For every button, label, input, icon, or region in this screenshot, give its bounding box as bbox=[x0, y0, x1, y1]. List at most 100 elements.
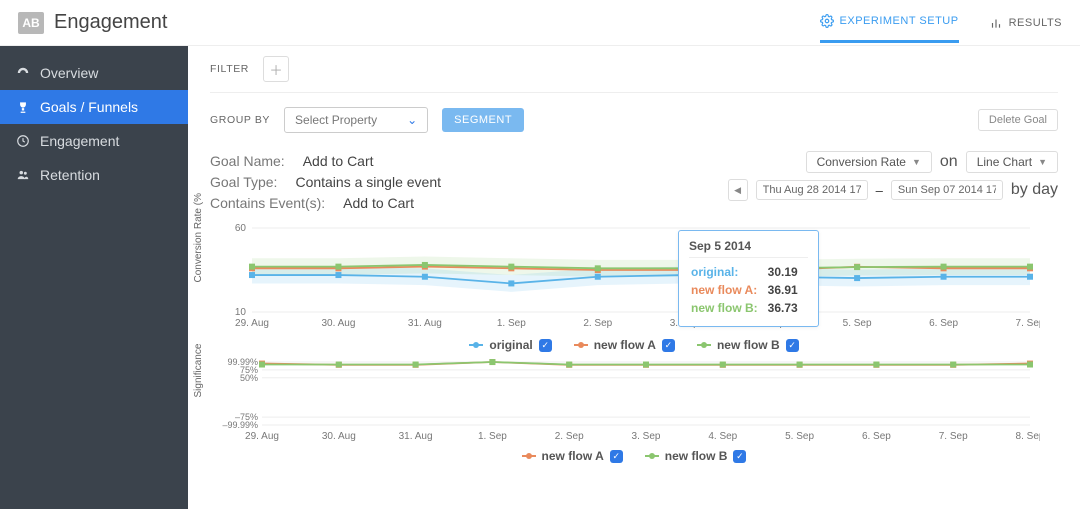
date-dash: – bbox=[876, 183, 883, 198]
legend-item[interactable]: new flow A ✓ bbox=[522, 449, 623, 463]
y-axis-label: Conversion Rate (% bbox=[193, 193, 204, 282]
users-icon bbox=[16, 168, 30, 182]
chevron-down-icon: ⌄ bbox=[407, 113, 417, 127]
goal-meta: Goal Name:Add to Cart Goal Type:Contains… bbox=[210, 151, 441, 214]
svg-text:29. Aug: 29. Aug bbox=[235, 318, 269, 329]
delete-goal-button[interactable]: Delete Goal bbox=[978, 109, 1058, 131]
ab-badge: AB bbox=[18, 12, 44, 34]
svg-text:31. Aug: 31. Aug bbox=[399, 431, 433, 442]
sidebar-item-goals-funnels[interactable]: Goals / Funnels bbox=[0, 90, 188, 124]
dashboard-icon bbox=[16, 66, 30, 80]
metric-select[interactable]: Conversion Rate ▼ bbox=[806, 151, 932, 173]
sidebar: Overview Goals / Funnels Engagement Rete… bbox=[0, 46, 188, 509]
sidebar-item-retention[interactable]: Retention bbox=[0, 158, 188, 192]
date-prev-button[interactable]: ◀ bbox=[728, 179, 748, 201]
caret-left-icon: ◀ bbox=[734, 185, 741, 196]
sidebar-item-label: Goals / Funnels bbox=[40, 99, 138, 115]
checkbox-icon[interactable]: ✓ bbox=[610, 450, 623, 463]
charttype-select[interactable]: Line Chart ▼ bbox=[966, 151, 1058, 173]
svg-text:2. Sep: 2. Sep bbox=[583, 318, 612, 329]
goal-name-label: Goal Name: bbox=[210, 153, 285, 169]
svg-text:7. Sep: 7. Sep bbox=[939, 431, 968, 442]
legend-bottom: new flow A ✓ new flow B ✓ bbox=[210, 449, 1058, 463]
svg-text:5. Sep: 5. Sep bbox=[843, 318, 872, 329]
groupby-label: GROUP BY bbox=[210, 114, 270, 126]
add-filter-button[interactable]: ＋ bbox=[263, 56, 289, 82]
gear-icon bbox=[820, 14, 834, 28]
charttype-value: Line Chart bbox=[977, 155, 1032, 169]
tab-experiment-setup[interactable]: EXPERIMENT SETUP bbox=[820, 2, 959, 43]
clock-icon bbox=[16, 134, 30, 148]
date-from-input[interactable] bbox=[756, 180, 868, 200]
checkbox-icon[interactable]: ✓ bbox=[733, 450, 746, 463]
goal-name-value: Add to Cart bbox=[303, 153, 374, 169]
checkbox-icon[interactable]: ✓ bbox=[786, 339, 799, 352]
svg-text:–99.99%: –99.99% bbox=[222, 420, 258, 430]
tooltip-label: new flow B: bbox=[691, 300, 766, 316]
sidebar-item-label: Engagement bbox=[40, 133, 119, 149]
conversion-chart: Conversion Rate (% 601029. Aug30. Aug31.… bbox=[210, 222, 1058, 332]
goal-events-value: Add to Cart bbox=[343, 195, 414, 211]
tab-results[interactable]: RESULTS bbox=[989, 4, 1062, 42]
svg-text:1. Sep: 1. Sep bbox=[478, 431, 507, 442]
svg-text:10: 10 bbox=[235, 307, 247, 318]
tab-label: RESULTS bbox=[1009, 17, 1062, 29]
svg-text:6. Sep: 6. Sep bbox=[862, 431, 891, 442]
svg-text:31. Aug: 31. Aug bbox=[408, 318, 442, 329]
sidebar-item-engagement[interactable]: Engagement bbox=[0, 124, 188, 158]
page-title: Engagement bbox=[54, 11, 167, 34]
swatch-icon bbox=[469, 341, 483, 349]
byday-label: by day bbox=[1011, 181, 1058, 199]
tooltip-label: original: bbox=[691, 264, 766, 280]
svg-text:60: 60 bbox=[235, 223, 247, 234]
svg-text:1. Sep: 1. Sep bbox=[497, 318, 526, 329]
svg-text:30. Aug: 30. Aug bbox=[322, 431, 356, 442]
legend-label: new flow A bbox=[542, 449, 604, 463]
caret-down-icon: ▼ bbox=[1038, 157, 1047, 167]
top-bar: AB Engagement EXPERIMENT SETUP RESULTS bbox=[0, 0, 1080, 46]
segment-button[interactable]: SEGMENT bbox=[442, 108, 524, 132]
svg-text:29. Aug: 29. Aug bbox=[245, 431, 279, 442]
chart-tooltip: Sep 5 2014 original:30.19 new flow A:36.… bbox=[678, 230, 819, 327]
tooltip-value: 36.73 bbox=[768, 300, 806, 316]
legend-item[interactable]: new flow A ✓ bbox=[574, 338, 675, 352]
checkbox-icon[interactable]: ✓ bbox=[539, 339, 552, 352]
goal-type-label: Goal Type: bbox=[210, 174, 277, 190]
legend-label: new flow B bbox=[665, 449, 728, 463]
tooltip-value: 30.19 bbox=[768, 264, 806, 280]
svg-text:4. Sep: 4. Sep bbox=[708, 431, 737, 442]
sidebar-item-label: Retention bbox=[40, 167, 100, 183]
trophy-icon bbox=[16, 100, 30, 114]
metric-value: Conversion Rate bbox=[817, 155, 906, 169]
legend-label: original bbox=[489, 338, 532, 352]
legend-top: original ✓ new flow A ✓ new flow B✓ bbox=[210, 338, 1058, 352]
svg-text:30. Aug: 30. Aug bbox=[321, 318, 355, 329]
checkbox-icon[interactable]: ✓ bbox=[662, 339, 675, 352]
tab-label: EXPERIMENT SETUP bbox=[840, 15, 959, 27]
swatch-icon bbox=[645, 452, 659, 460]
line-chart: 99.99%75%50%–75%–99.99%29. Aug30. Aug31.… bbox=[210, 358, 1040, 443]
svg-text:7. Sep: 7. Sep bbox=[1016, 318, 1040, 329]
bar-chart-icon bbox=[989, 16, 1003, 30]
swatch-icon bbox=[522, 452, 536, 460]
plus-icon: ＋ bbox=[269, 60, 282, 79]
swatch-icon bbox=[697, 341, 711, 349]
legend-item[interactable]: new flow B ✓ bbox=[645, 449, 747, 463]
groupby-select[interactable]: Select Property ⌄ bbox=[284, 107, 428, 133]
groupby-placeholder: Select Property bbox=[295, 113, 377, 127]
svg-text:6. Sep: 6. Sep bbox=[929, 318, 958, 329]
legend-item[interactable]: new flow B✓ bbox=[697, 338, 799, 352]
on-word: on bbox=[940, 153, 958, 171]
sidebar-item-overview[interactable]: Overview bbox=[0, 56, 188, 90]
date-to-input[interactable] bbox=[891, 180, 1003, 200]
tooltip-header: Sep 5 2014 bbox=[689, 239, 808, 258]
legend-item[interactable]: original ✓ bbox=[469, 338, 551, 352]
svg-text:3. Sep: 3. Sep bbox=[632, 431, 661, 442]
caret-down-icon: ▼ bbox=[912, 157, 921, 167]
swatch-icon bbox=[574, 341, 588, 349]
significance-chart: Significance 99.99%75%50%–75%–99.99%29. … bbox=[210, 358, 1058, 443]
svg-text:8. Sep: 8. Sep bbox=[1016, 431, 1040, 442]
legend-label: new flow A bbox=[594, 338, 656, 352]
svg-text:5. Sep: 5. Sep bbox=[785, 431, 814, 442]
y-axis-label: Significance bbox=[193, 344, 204, 398]
